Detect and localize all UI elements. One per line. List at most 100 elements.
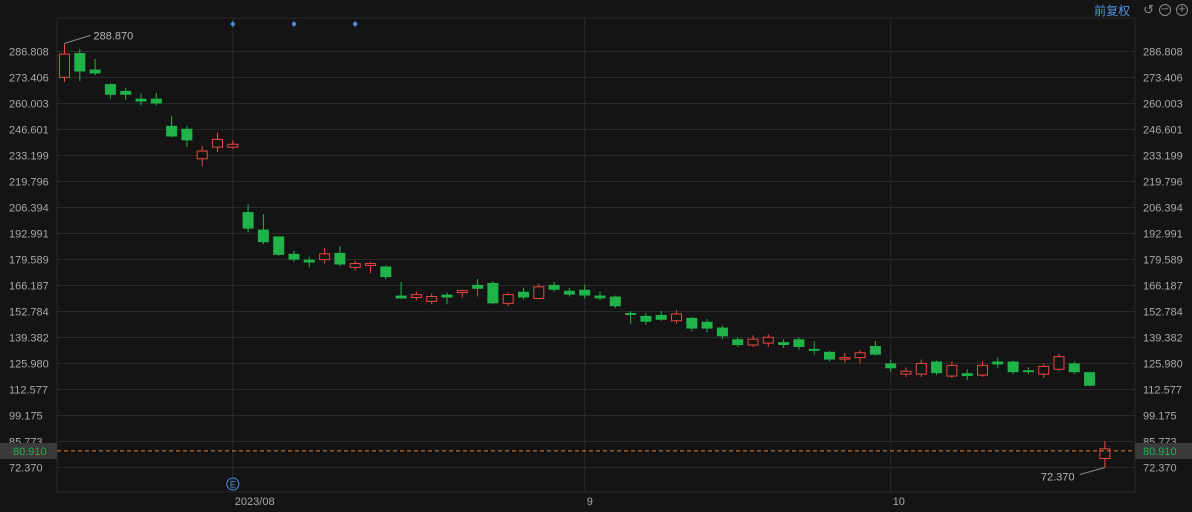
candle-down[interactable] — [701, 321, 713, 329]
candle-down[interactable] — [824, 351, 835, 360]
candle-down[interactable] — [732, 339, 744, 346]
candle-up[interactable] — [1053, 356, 1065, 370]
candle-down[interactable] — [380, 266, 392, 278]
candle-up[interactable] — [671, 313, 682, 322]
y-tick-label-right: 139.382 — [1143, 332, 1183, 344]
candle-down[interactable] — [104, 84, 116, 95]
y-tick-label-right: 152.784 — [1143, 307, 1183, 319]
candle-up[interactable] — [227, 143, 239, 148]
candle-up[interactable] — [212, 138, 223, 148]
candle-down[interactable] — [1084, 372, 1096, 386]
undo-icon[interactable]: ↺ — [1143, 3, 1154, 18]
candle-down[interactable] — [869, 346, 881, 355]
x-tick-label: 10 — [893, 496, 905, 508]
y-tick-label-left: 192.991 — [9, 229, 49, 241]
candle-up[interactable] — [533, 286, 545, 299]
current-price-value-left: 80.910 — [13, 446, 47, 458]
candle-down[interactable] — [518, 291, 529, 298]
candle-down[interactable] — [74, 53, 86, 72]
candle-down[interactable] — [120, 90, 132, 95]
candle-down[interactable] — [686, 317, 698, 329]
y-tick-label-right: 286.808 — [1143, 47, 1183, 59]
candle-down[interactable] — [273, 236, 285, 255]
candle-up[interactable] — [946, 364, 958, 377]
x-tick-label: 9 — [587, 496, 593, 508]
event-e-marker-label: E — [230, 480, 236, 490]
candle-down[interactable] — [89, 69, 101, 74]
y-tick-label-left: 260.003 — [9, 99, 49, 111]
candle-up[interactable] — [319, 253, 331, 261]
event-diamond-icon[interactable] — [352, 21, 358, 27]
candle-down[interactable] — [885, 363, 897, 369]
candle-down[interactable] — [563, 290, 575, 295]
candle-down[interactable] — [303, 259, 315, 263]
candle-down[interactable] — [166, 125, 178, 137]
candle-down[interactable] — [640, 315, 652, 322]
candle-down[interactable] — [961, 373, 973, 377]
kline-chart-panel[interactable]: 286.808 286.808 273.406 273.406 260.003 260.0… — [0, 0, 1192, 512]
candle-down[interactable] — [1068, 363, 1080, 373]
candle-down[interactable] — [778, 342, 790, 346]
event-diamond-icon[interactable] — [230, 21, 236, 27]
candle-up[interactable] — [854, 352, 866, 359]
candle-up[interactable] — [196, 150, 208, 160]
y-tick-label-right: 179.589 — [1143, 255, 1183, 267]
candle-up[interactable] — [1038, 365, 1050, 375]
candle-up[interactable] — [365, 263, 376, 266]
x-tick-label: 2023/08 — [235, 496, 275, 508]
event-diamond-icon[interactable] — [291, 21, 297, 27]
candle-down[interactable] — [609, 296, 621, 307]
y-tick-label-left: 233.199 — [9, 150, 49, 162]
candle-down[interactable] — [181, 128, 193, 141]
candle-up[interactable] — [900, 370, 912, 375]
adjust-mode-button[interactable]: 前复权 — [1094, 2, 1130, 19]
candle-up[interactable] — [349, 263, 361, 268]
candle-down[interactable] — [655, 314, 667, 320]
candle-up[interactable] — [915, 362, 927, 375]
candle-down[interactable] — [242, 212, 254, 229]
current-price-value-right: 80.910 — [1143, 446, 1177, 458]
candle-up[interactable] — [502, 294, 514, 304]
candle-up[interactable] — [839, 357, 851, 360]
candle-down[interactable] — [625, 313, 637, 315]
y-tick-label-right: 246.601 — [1143, 124, 1183, 136]
candle-down[interactable] — [992, 361, 1004, 365]
max-price-label: 288.870 — [94, 30, 134, 42]
candle-up[interactable] — [426, 296, 438, 302]
candle-down[interactable] — [150, 98, 162, 104]
candle-down[interactable] — [594, 295, 606, 299]
y-tick-label-left: 273.406 — [9, 72, 49, 84]
candle-up[interactable] — [410, 294, 422, 299]
candle-down[interactable] — [288, 253, 300, 260]
candle-down[interactable] — [472, 284, 484, 289]
candle-up[interactable] — [59, 53, 70, 78]
candle-down[interactable] — [395, 295, 407, 299]
zoom-in-icon[interactable]: + — [1176, 4, 1188, 16]
candle-down[interactable] — [1022, 370, 1034, 373]
candle-down[interactable] — [579, 289, 591, 296]
candle-down[interactable] — [257, 229, 269, 243]
y-tick-label-right: 233.199 — [1143, 150, 1183, 162]
candle-down[interactable] — [931, 361, 943, 374]
candle-down[interactable] — [793, 339, 805, 347]
candle-down[interactable] — [1007, 361, 1019, 373]
candle-up[interactable] — [762, 336, 774, 344]
candle-down[interactable] — [334, 252, 346, 265]
candlestick-chart[interactable]: 286.808 286.808 273.406 273.406 260.003 260.0… — [0, 0, 1192, 512]
candle-down[interactable] — [548, 284, 560, 290]
candle-up[interactable] — [1099, 448, 1111, 460]
candle-down[interactable] — [808, 348, 820, 351]
y-tick-label-right: 273.406 — [1143, 72, 1183, 84]
candle-down[interactable] — [716, 327, 728, 337]
candle-down[interactable] — [135, 98, 147, 102]
candle-up[interactable] — [977, 364, 988, 376]
candle-up[interactable] — [747, 338, 759, 346]
y-tick-label-left: 286.808 — [9, 47, 49, 59]
y-tick-label-left: 246.601 — [9, 124, 49, 136]
candle-up[interactable] — [456, 290, 468, 294]
candle-down[interactable] — [487, 282, 499, 304]
zoom-out-icon[interactable]: − — [1159, 4, 1171, 16]
max-price-leader — [64, 34, 91, 44]
y-tick-label-left: 125.980 — [9, 358, 49, 370]
candle-down[interactable] — [441, 294, 453, 298]
